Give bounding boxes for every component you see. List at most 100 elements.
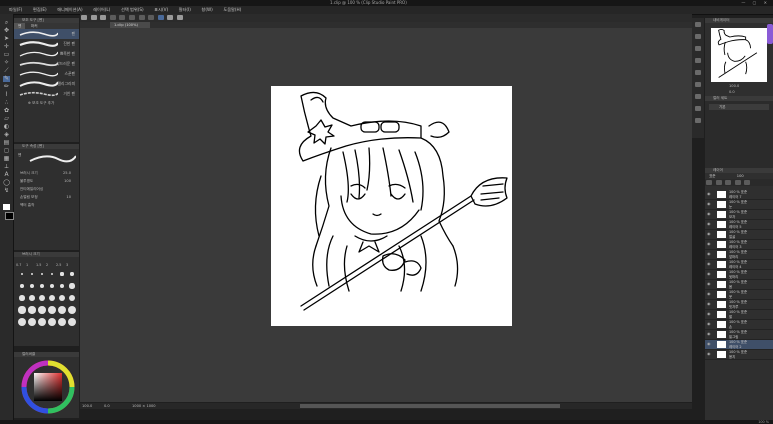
eye-icon[interactable]: ◉ (707, 232, 711, 236)
brush-size-preset[interactable] (39, 295, 45, 301)
layer-row[interactable]: ◉ 100 % 표준 손 (705, 320, 773, 330)
brush-item-calligraphy[interactable]: 캘리그라피 (14, 79, 79, 89)
layer-row[interactable]: ◉ 100 % 표준 옷 (705, 290, 773, 300)
zoom-readout[interactable]: 100.0 (82, 403, 92, 409)
prop-brush-size[interactable]: 브러시 크기 25.0 (14, 169, 79, 177)
transform-icon[interactable] (138, 15, 145, 20)
mask-icon[interactable] (734, 180, 741, 185)
brush-item-rough-pen[interactable]: 거친 펜 (14, 89, 79, 99)
brush-size-preset[interactable] (39, 283, 45, 289)
material-icon[interactable] (695, 70, 701, 75)
eye-icon[interactable]: ◉ (707, 282, 711, 286)
brush-size-preset[interactable] (28, 318, 36, 326)
menu-filter[interactable]: 필터(I) (179, 6, 191, 14)
color-set-dropdown[interactable]: 기본 (709, 104, 769, 110)
layer-row[interactable]: ◉ 100 % 표준 팔 (705, 310, 773, 320)
eye-icon[interactable]: ◉ (707, 202, 711, 206)
menu-layer[interactable]: 레이어(L) (93, 6, 110, 14)
layer-row[interactable]: ◉ 100 % 표준 레이어 5 (705, 220, 773, 230)
navigator-angle[interactable]: 0.0 (729, 90, 735, 94)
clear-icon[interactable] (128, 15, 135, 20)
new-file-icon[interactable] (81, 15, 87, 20)
navigator-preview[interactable] (711, 28, 767, 82)
info-icon[interactable] (695, 46, 701, 51)
brush-item-thick-pen[interactable]: 진한 펜 (14, 39, 79, 49)
new-vector-layer-icon[interactable] (715, 180, 722, 185)
snap-special-icon[interactable] (176, 15, 183, 20)
save-icon[interactable] (100, 15, 107, 20)
eye-icon[interactable]: ◉ (707, 312, 711, 316)
brush-size-preset[interactable] (68, 294, 76, 302)
selection-tool-icon[interactable]: ▭ (3, 52, 10, 58)
frame-tool-icon[interactable]: ▦ (3, 156, 10, 162)
brush-size-preset[interactable] (69, 283, 75, 289)
folder-icon[interactable] (725, 180, 732, 185)
brush-item-sharp-pen[interactable]: 뾰족한 펜 (14, 49, 79, 59)
fill-tool-icon[interactable]: ◈ (3, 132, 10, 138)
navigator-zoom[interactable]: 100.0 (729, 84, 739, 88)
operation-tool-icon[interactable]: ➤ (3, 36, 10, 42)
pencil-tool-icon[interactable]: ✏ (3, 84, 10, 90)
balloon-tool-icon[interactable]: ◯ (3, 180, 10, 186)
layer-row[interactable]: ◉ 100 % 표준 모자 (705, 210, 773, 220)
figure-tool-icon[interactable]: ◻ (3, 148, 10, 154)
menu-edit[interactable]: 편집(E) (33, 6, 47, 14)
eye-icon[interactable]: ◉ (707, 212, 711, 216)
ruler-tool-icon[interactable]: ⟂ (3, 164, 10, 170)
eye-icon[interactable]: ◉ (707, 292, 711, 296)
undo-icon[interactable] (109, 15, 116, 20)
text-tool-icon[interactable]: A (3, 172, 10, 178)
open-file-icon[interactable] (90, 15, 97, 20)
auto-action-icon[interactable] (695, 118, 701, 123)
canvas-page[interactable] (271, 86, 512, 326)
eye-icon[interactable]: ◉ (707, 342, 711, 346)
brush-size-preset[interactable] (48, 294, 56, 302)
eye-icon[interactable]: ◉ (707, 352, 711, 356)
main-color-swatch[interactable] (3, 204, 10, 210)
brush-size-preset[interactable] (28, 306, 36, 314)
layer-row[interactable]: ◉ 100 % 표준 레이어 4 (705, 260, 773, 270)
document-tab[interactable]: 1.clip (100%) (110, 22, 150, 28)
gradient-tool-icon[interactable]: ▤ (3, 140, 10, 146)
layer-row[interactable]: ◉ 100 % 표준 레이어 3 (705, 240, 773, 250)
brush-size-preset[interactable] (49, 283, 55, 289)
menu-window[interactable]: 창(W) (201, 6, 212, 14)
auto-select-tool-icon[interactable]: ✧ (3, 60, 10, 66)
move-tool-icon[interactable]: ✥ (3, 28, 10, 34)
menu-file[interactable]: 파일(F) (9, 6, 22, 14)
brush-item-pen[interactable]: 펜 (14, 29, 79, 39)
layer-row[interactable]: ◉ 100 % 표준 얼굴 (705, 230, 773, 240)
brush-item-spoon-pen[interactable]: 스푼펜 (14, 69, 79, 79)
prop-vector-snap[interactable]: 벡터 흡착 (14, 201, 79, 209)
eye-icon[interactable]: ◉ (707, 272, 711, 276)
airbrush-tool-icon[interactable]: ∴ (3, 100, 10, 106)
layer-row[interactable]: ◉ 100 % 표준 뒷머리 (705, 270, 773, 280)
layer-row[interactable]: ◉ 100 % 표준 밑그림 (705, 330, 773, 340)
search-icon[interactable] (695, 106, 701, 111)
navigator-icon[interactable] (695, 22, 701, 27)
brush-item-soft-pen[interactable]: 부드러운 펜 (14, 59, 79, 69)
brush-size-preset[interactable] (70, 272, 74, 276)
brush-size-preset[interactable] (59, 283, 65, 289)
eye-icon[interactable]: ◉ (707, 332, 711, 336)
subview-icon[interactable] (695, 34, 701, 39)
brush-size-preset[interactable] (58, 318, 66, 326)
brush-tool-icon[interactable]: ⌇ (3, 92, 10, 98)
snap-grid-icon[interactable] (167, 15, 174, 20)
brush-size-preset[interactable] (60, 272, 64, 276)
layer-row[interactable]: ◉ 100 % 표준 용지 (705, 350, 773, 360)
line-correction-tool-icon[interactable]: ↯ (3, 188, 10, 194)
brush-size-preset[interactable] (18, 306, 26, 314)
eye-icon[interactable]: ◉ (707, 222, 711, 226)
prop-antialiasing[interactable]: 안티에일리어싱 (14, 185, 79, 193)
prop-opacity[interactable]: 불투명도 100 (14, 177, 79, 185)
redo-icon[interactable] (119, 15, 126, 20)
eye-icon[interactable]: ◉ (707, 322, 711, 326)
horizontal-scrollbar[interactable] (300, 404, 560, 408)
panel-collapse-tab[interactable] (767, 24, 773, 44)
eyedropper-tool-icon[interactable]: ⟋ (3, 68, 10, 74)
blend-tool-icon[interactable]: ◐ (3, 124, 10, 130)
brush-size-preset[interactable] (19, 295, 25, 301)
menu-selection[interactable]: 선택 범위(S) (121, 6, 144, 14)
layer-row[interactable]: ◉ 100 % 표준 몸 (705, 280, 773, 290)
